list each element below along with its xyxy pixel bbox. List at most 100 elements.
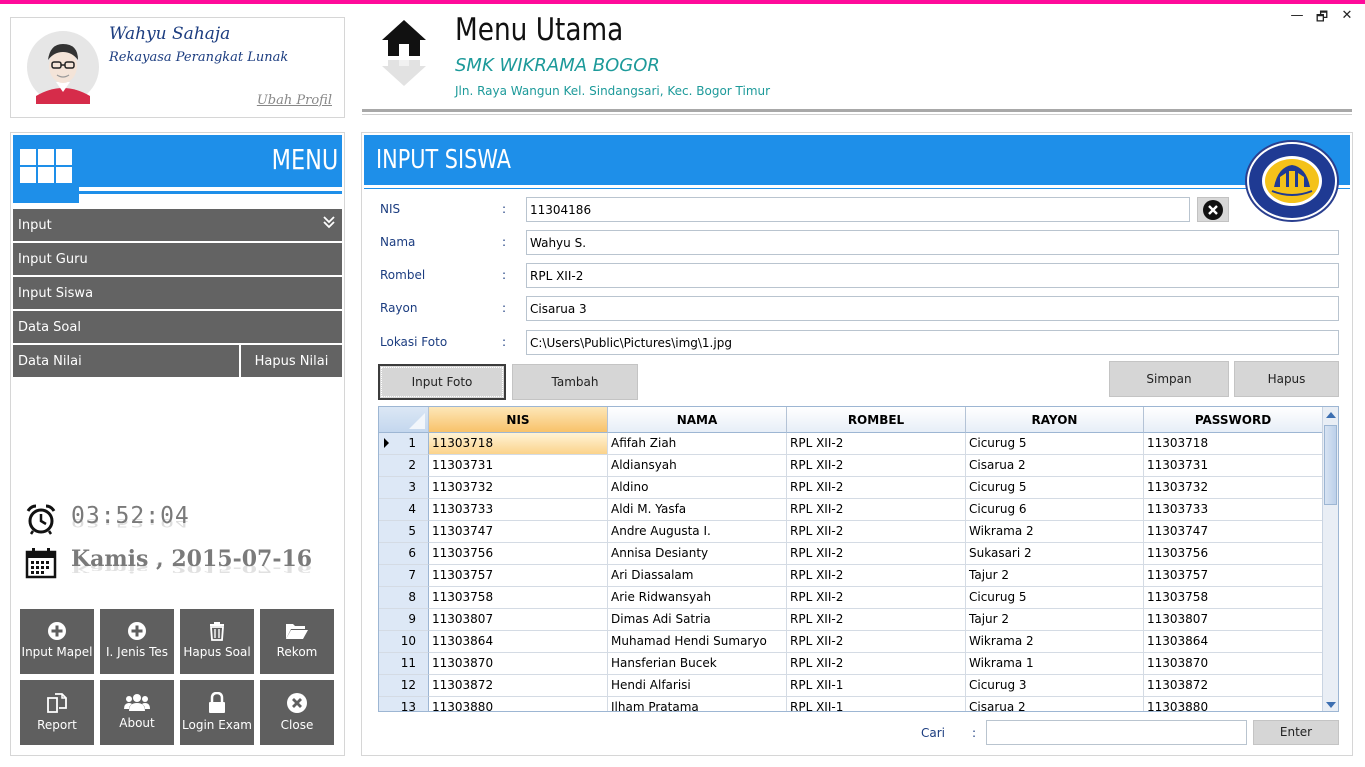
cell-password[interactable]: 11303718 — [1144, 433, 1323, 455]
cell-nama[interactable]: Aldino — [608, 477, 787, 499]
close-button[interactable]: Close — [260, 680, 334, 745]
cell-rayon[interactable]: Wikrama 2 — [966, 631, 1144, 653]
cell-rombel[interactable]: RPL XII-2 — [787, 587, 966, 609]
sidebar-item-input-siswa[interactable]: Input Siswa — [13, 277, 342, 309]
cell-password[interactable]: 11303757 — [1144, 565, 1323, 587]
edit-profile-link[interactable]: Ubah Profil — [257, 93, 332, 108]
nis-input[interactable] — [526, 197, 1190, 222]
cell-nama[interactable]: Aldiansyah — [608, 455, 787, 477]
scroll-down-arrow-icon[interactable] — [1326, 702, 1336, 708]
cell-rombel[interactable]: RPL XII-2 — [787, 653, 966, 675]
sidebar-item-input[interactable]: Input — [13, 209, 342, 241]
table-row[interactable]: 5 11303747 Andre Augusta I. RPL XII-2 Wikram… — [379, 521, 1323, 543]
column-header-nama[interactable]: NAMA — [608, 407, 787, 433]
grid-menu-icon[interactable] — [13, 135, 79, 203]
cell-nama[interactable]: Ilham Pratama — [608, 697, 787, 711]
table-row[interactable]: 12 11303872 Hendi Alfarisi RPL XII-1 Cicurug… — [379, 675, 1323, 697]
cell-nis[interactable]: 11303872 — [429, 675, 608, 697]
cell-nis[interactable]: 11303880 — [429, 697, 608, 711]
sidebar-item-hapus-nilai[interactable]: Hapus Nilai — [241, 345, 342, 377]
sidebar-item-data-soal[interactable]: Data Soal — [13, 311, 342, 343]
cell-nis[interactable]: 11303718 — [429, 433, 608, 455]
row-number[interactable]: 2 — [379, 455, 429, 477]
column-header-password[interactable]: PASSWORD — [1144, 407, 1323, 433]
cell-nama[interactable]: Aldi M. Yasfa — [608, 499, 787, 521]
rayon-input[interactable] — [526, 296, 1339, 321]
cell-nama[interactable]: Ari Diassalam — [608, 565, 787, 587]
cell-password[interactable]: 11303758 — [1144, 587, 1323, 609]
cell-rombel[interactable]: RPL XII-2 — [787, 521, 966, 543]
cell-rayon[interactable]: Tajur 2 — [966, 565, 1144, 587]
cell-rombel[interactable]: RPL XII-2 — [787, 455, 966, 477]
cell-nama[interactable]: Hendi Alfarisi — [608, 675, 787, 697]
row-number[interactable]: 12 — [379, 675, 429, 697]
cell-password[interactable]: 11303870 — [1144, 653, 1323, 675]
minimize-button[interactable]: — — [1286, 8, 1308, 23]
cell-rayon[interactable]: Cisarua 2 — [966, 697, 1144, 711]
column-header-rombel[interactable]: ROMBEL — [787, 407, 966, 433]
cell-rayon[interactable]: Cicurug 5 — [966, 587, 1144, 609]
row-number[interactable]: 9 — [379, 609, 429, 631]
cell-password[interactable]: 11303756 — [1144, 543, 1323, 565]
scroll-up-arrow-icon[interactable] — [1326, 412, 1336, 418]
table-row[interactable]: 13 11303880 Ilham Pratama RPL XII-1 Cisarua … — [379, 697, 1323, 711]
students-table[interactable]: NIS NAMA ROMBEL RAYON PASSWORD 1 11303718… — [378, 406, 1339, 712]
table-row[interactable]: 8 11303758 Arie Ridwansyah RPL XII-2 Cicurug… — [379, 587, 1323, 609]
restore-button[interactable]: 🗗 — [1311, 8, 1333, 30]
cell-nis[interactable]: 11303807 — [429, 609, 608, 631]
row-number[interactable]: 4 — [379, 499, 429, 521]
column-header-nis[interactable]: NIS — [429, 407, 608, 433]
cell-nis[interactable]: 11303870 — [429, 653, 608, 675]
login-exam-button[interactable]: Login Exam — [180, 680, 254, 745]
search-input[interactable] — [986, 720, 1247, 745]
input-mapel-button[interactable]: Input Mapel — [20, 609, 94, 674]
cell-nis[interactable]: 11303758 — [429, 587, 608, 609]
cell-nama[interactable]: Hansferian Bucek — [608, 653, 787, 675]
row-number[interactable]: 3 — [379, 477, 429, 499]
cell-rombel[interactable]: RPL XII-2 — [787, 543, 966, 565]
cell-nama[interactable]: Muhamad Hendi Sumaryo — [608, 631, 787, 653]
table-row[interactable]: 6 11303756 Annisa Desianty RPL XII-2 Sukasar… — [379, 543, 1323, 565]
cell-rombel[interactable]: RPL XII-2 — [787, 433, 966, 455]
cell-rayon[interactable]: Cicurug 5 — [966, 433, 1144, 455]
lokasi-foto-input[interactable] — [526, 330, 1339, 355]
row-number[interactable]: 8 — [379, 587, 429, 609]
cell-password[interactable]: 11303731 — [1144, 455, 1323, 477]
cell-password[interactable]: 11303732 — [1144, 477, 1323, 499]
table-row[interactable]: 4 11303733 Aldi M. Yasfa RPL XII-2 Cicurug 6… — [379, 499, 1323, 521]
sidebar-item-data-nilai[interactable]: Data Nilai — [13, 345, 239, 377]
cell-rombel[interactable]: RPL XII-2 — [787, 565, 966, 587]
simpan-button[interactable]: Simpan — [1109, 361, 1229, 397]
cell-nis[interactable]: 11303757 — [429, 565, 608, 587]
table-row[interactable]: 10 11303864 Muhamad Hendi Sumaryo RPL XII-2… — [379, 631, 1323, 653]
cell-nama[interactable]: Dimas Adi Satria — [608, 609, 787, 631]
cell-password[interactable]: 11303807 — [1144, 609, 1323, 631]
cell-password[interactable]: 11303872 — [1144, 675, 1323, 697]
row-number[interactable]: 1 — [379, 433, 429, 455]
hapus-soal-button[interactable]: Hapus Soal — [180, 609, 254, 674]
table-row[interactable]: 2 11303731 Aldiansyah RPL XII-2 Cisarua 2 113… — [379, 455, 1323, 477]
cell-nis[interactable]: 11303732 — [429, 477, 608, 499]
cell-rayon[interactable]: Tajur 2 — [966, 609, 1144, 631]
cell-rombel[interactable]: RPL XII-2 — [787, 631, 966, 653]
cell-nis[interactable]: 11303733 — [429, 499, 608, 521]
cell-nis[interactable]: 11303864 — [429, 631, 608, 653]
cell-password[interactable]: 11303747 — [1144, 521, 1323, 543]
nama-input[interactable] — [526, 230, 1339, 255]
enter-button[interactable]: Enter — [1253, 720, 1339, 745]
cell-rayon[interactable]: Cicurug 3 — [966, 675, 1144, 697]
cell-nis[interactable]: 11303747 — [429, 521, 608, 543]
scrollbar-thumb[interactable] — [1324, 425, 1337, 505]
cell-rayon[interactable]: Cicurug 6 — [966, 499, 1144, 521]
cell-rayon[interactable]: Cisarua 2 — [966, 455, 1144, 477]
input-jenis-tes-button[interactable]: I. Jenis Tes — [100, 609, 174, 674]
close-window-button[interactable]: ✕ — [1336, 8, 1358, 23]
table-row[interactable]: 11 11303870 Hansferian Bucek RPL XII-2 Wikra… — [379, 653, 1323, 675]
clear-nis-button[interactable] — [1197, 197, 1229, 222]
rombel-input[interactable] — [526, 263, 1339, 288]
row-number[interactable]: 7 — [379, 565, 429, 587]
table-row[interactable]: 3 11303732 Aldino RPL XII-2 Cicurug 5 1130373… — [379, 477, 1323, 499]
row-number[interactable]: 13 — [379, 697, 429, 711]
tambah-button[interactable]: Tambah — [512, 364, 638, 400]
report-button[interactable]: Report — [20, 680, 94, 745]
